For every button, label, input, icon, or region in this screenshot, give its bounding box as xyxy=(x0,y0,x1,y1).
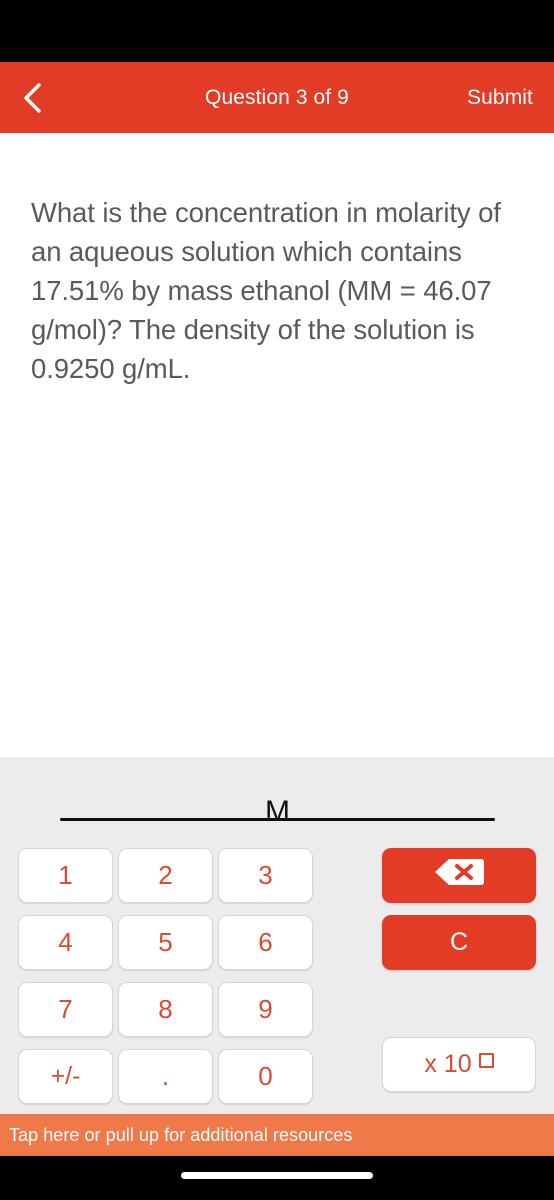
key-7[interactable]: 7 xyxy=(18,982,113,1037)
navigation-header: Question 3 of 9 Submit xyxy=(0,62,554,133)
home-indicator[interactable] xyxy=(181,1172,373,1179)
key-6[interactable]: 6 xyxy=(218,915,313,970)
question-content-area: What is the concentration in molarity of… xyxy=(0,133,554,757)
answer-unit-label: M xyxy=(265,795,290,828)
key-9[interactable]: 9 xyxy=(218,982,313,1037)
backspace-button[interactable] xyxy=(382,848,536,903)
keypad-panel: M 1 2 3 4 5 6 7 8 9 +/- . 0 C x 10 xyxy=(0,757,554,1114)
answer-display[interactable]: M xyxy=(60,775,495,837)
exponent-placeholder-box xyxy=(478,1052,494,1068)
exponent-button[interactable]: x 10 xyxy=(382,1037,536,1092)
resources-banner[interactable]: Tap here or pull up for additional resou… xyxy=(0,1114,554,1156)
clear-button[interactable]: C xyxy=(382,915,536,970)
key-decimal[interactable]: . xyxy=(118,1049,213,1104)
status-bar xyxy=(0,0,554,62)
key-3[interactable]: 3 xyxy=(218,848,313,903)
key-plus-minus[interactable]: +/- xyxy=(18,1049,113,1104)
submit-button[interactable]: Submit xyxy=(467,86,533,110)
question-text: What is the concentration in molarity of… xyxy=(31,197,501,384)
action-button-column: C x 10 xyxy=(382,848,536,1092)
key-0[interactable]: 0 xyxy=(218,1049,313,1104)
home-indicator-area xyxy=(0,1156,554,1200)
key-8[interactable]: 8 xyxy=(118,982,213,1037)
backspace-icon xyxy=(433,857,485,894)
key-2[interactable]: 2 xyxy=(118,848,213,903)
app-screen: Question 3 of 9 Submit What is the conce… xyxy=(0,0,554,1200)
resources-banner-text: Tap here or pull up for additional resou… xyxy=(9,1124,353,1145)
key-4[interactable]: 4 xyxy=(18,915,113,970)
answer-underline xyxy=(60,818,495,821)
key-5[interactable]: 5 xyxy=(118,915,213,970)
numeric-keypad: 1 2 3 4 5 6 7 8 9 +/- . 0 xyxy=(18,848,314,1104)
key-1[interactable]: 1 xyxy=(18,848,113,903)
exponent-label: x 10 xyxy=(424,1050,472,1078)
